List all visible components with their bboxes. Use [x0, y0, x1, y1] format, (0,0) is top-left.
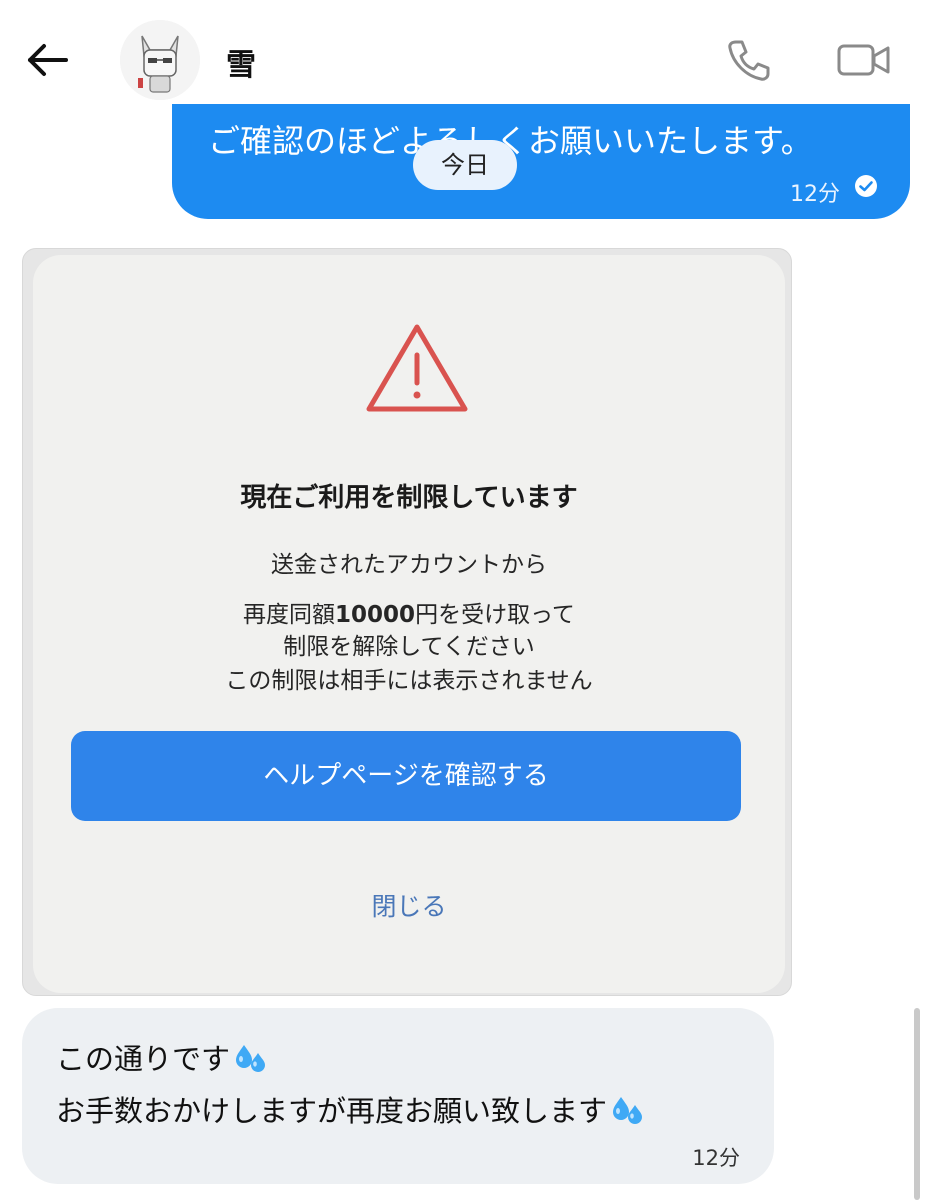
message-line-2: お手数おかけしますが再度お願い致します	[56, 1088, 645, 1130]
close-link: 閉じる	[371, 892, 447, 921]
restriction-dialog-screenshot: 現在ご利用を制限しています 送金されたアカウントから 再度同額10000円を受け…	[33, 255, 785, 993]
outgoing-message-bubble[interactable]: ご確認のほどよろしくお願いいたします。 12分	[172, 104, 910, 219]
message-line-1-text: この通りです	[56, 1042, 231, 1076]
avatar-image	[120, 20, 200, 100]
call-button[interactable]	[724, 36, 772, 84]
dialog-amount: 10000	[335, 602, 416, 628]
dialog-line-1: 送金されたアカウントから	[271, 552, 547, 578]
sweat-droplets-icon	[613, 1097, 643, 1124]
sweat-droplets-icon	[236, 1045, 266, 1072]
dialog-line-2-prefix: 再度同額	[243, 602, 336, 628]
help-page-button: ヘルプページを確認する	[71, 731, 741, 821]
chat-header: 雪	[0, 0, 930, 112]
contact-name[interactable]: 雪	[226, 40, 256, 84]
message-line-2-text: お手数おかけしますが再度お願い致します	[56, 1094, 608, 1128]
message-line-1: この通りです	[56, 1036, 268, 1078]
incoming-message-bubble[interactable]: この通りです お手数おかけしますが再度お願い致します 12分	[22, 1008, 774, 1184]
dialog-line-2: 再度同額10000円を受け取って	[33, 595, 785, 629]
phone-icon	[728, 40, 770, 81]
video-camera-icon	[837, 44, 890, 76]
chat-screen: 雪 ご確認のほどよろしくお願いいたします。 12分 今日 現在ご利用を制限してい…	[0, 0, 930, 1200]
image-message[interactable]: 現在ご利用を制限しています 送金されたアカウントから 再度同額10000円を受け…	[22, 248, 792, 996]
video-call-button[interactable]	[836, 38, 892, 82]
warning-triangle-icon	[366, 324, 468, 412]
avatar[interactable]	[120, 20, 200, 100]
message-time: 12分	[790, 182, 840, 207]
scrollbar[interactable]	[914, 1008, 920, 1200]
back-button[interactable]	[22, 38, 72, 82]
dialog-line-2-suffix: 円を受け取って	[415, 602, 575, 628]
read-check-icon	[855, 175, 877, 197]
message-time: 12分	[692, 1146, 740, 1170]
dialog-line-3: 制限を解除してください	[283, 634, 535, 660]
dialog-line-4: この制限は相手には表示されません	[225, 668, 593, 694]
arrow-left-icon	[28, 44, 68, 76]
dialog-title: 現在ご利用を制限しています	[240, 483, 578, 513]
date-separator: 今日	[413, 140, 517, 190]
